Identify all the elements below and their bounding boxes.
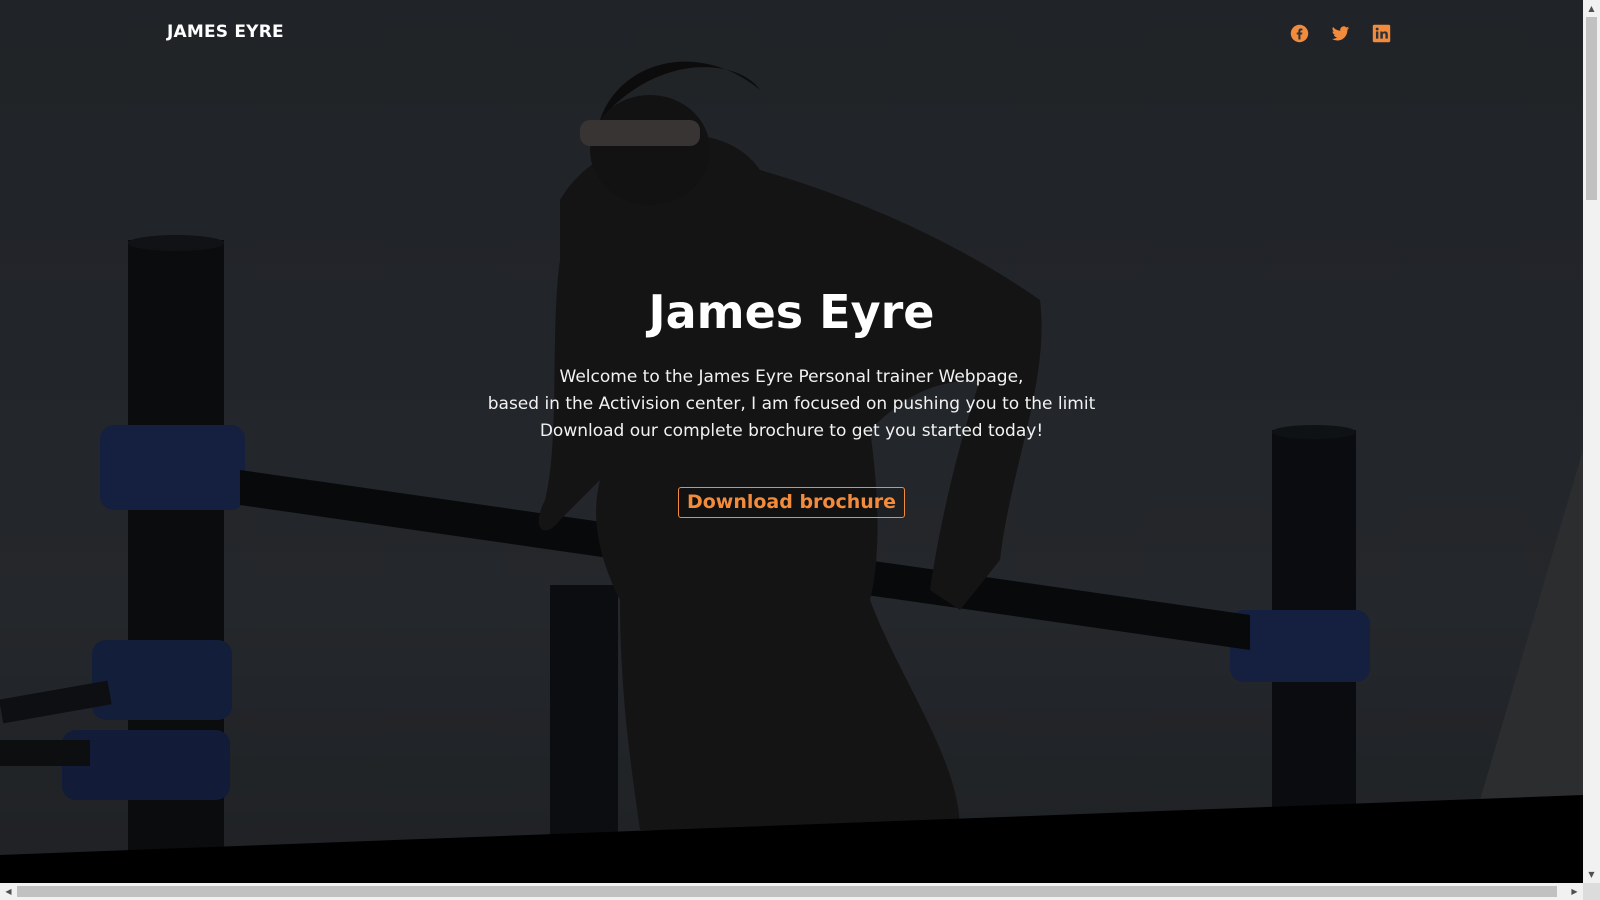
hero-description: Welcome to the James Eyre Personal train… [0, 364, 1583, 445]
hero-title: James Eyre [648, 285, 935, 339]
twitter-link[interactable] [1331, 24, 1350, 43]
hero-content: James Eyre Welcome to the James Eyre Per… [0, 280, 1583, 518]
scroll-up-arrow-icon[interactable]: ▲ [1583, 0, 1600, 17]
twitter-icon[interactable] [1331, 24, 1350, 43]
scroll-down-arrow-icon[interactable]: ▼ [1583, 866, 1600, 883]
horizontal-scroll-thumb[interactable] [17, 886, 1557, 897]
facebook-link[interactable] [1290, 24, 1309, 43]
hero-line: based in the Activision center, I am foc… [487, 394, 1096, 414]
vertical-scrollbar[interactable]: ▲ ▼ [1583, 0, 1600, 883]
vertical-scroll-thumb[interactable] [1586, 17, 1597, 200]
facebook-icon[interactable] [1290, 24, 1309, 43]
linkedin-link[interactable] [1372, 24, 1391, 43]
scroll-left-arrow-icon[interactable]: ◀ [0, 883, 17, 900]
scrollbar-corner [1583, 883, 1600, 900]
hero-line: Welcome to the James Eyre Personal train… [559, 367, 1024, 387]
brand-logo-text[interactable]: JAMES EYRE [167, 22, 284, 42]
horizontal-scrollbar[interactable]: ◀ ▶ [0, 883, 1583, 900]
scroll-right-arrow-icon[interactable]: ▶ [1566, 883, 1583, 900]
linkedin-icon[interactable] [1372, 24, 1391, 43]
hero-line: Download our complete brochure to get yo… [539, 421, 1044, 441]
social-links [1290, 24, 1391, 43]
download-brochure-button[interactable]: Download brochure [677, 487, 906, 518]
page-viewport: JAMES EYRE James Eyre Welcome to the Jam… [0, 0, 1583, 883]
